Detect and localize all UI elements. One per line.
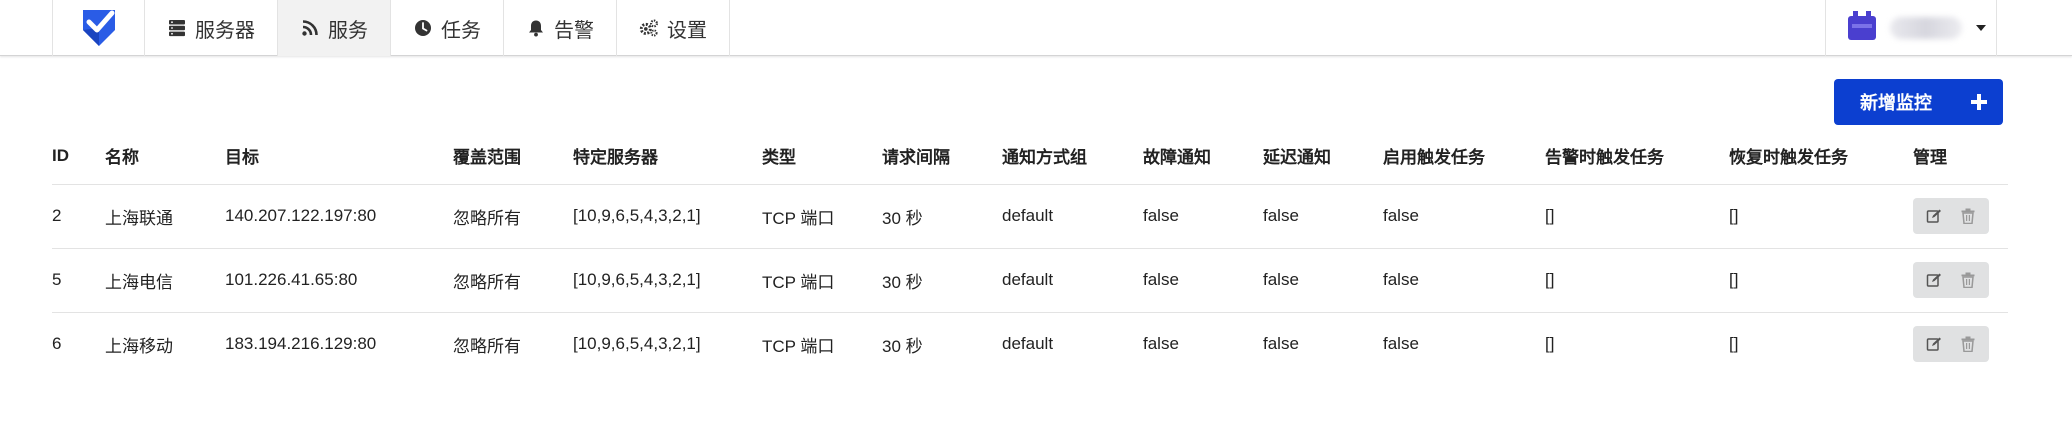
gears-icon	[639, 18, 659, 38]
column-header: 类型	[762, 128, 882, 185]
delete-icon[interactable]	[1953, 265, 1983, 295]
user-avatar	[1846, 10, 1882, 46]
row-actions-cell	[1913, 248, 2008, 313]
table-cell: 忽略所有	[453, 248, 573, 313]
column-header: 覆盖范围	[453, 128, 573, 185]
table-cell: 忽略所有	[453, 336, 521, 356]
table-cell: []	[1545, 334, 1555, 354]
column-header: 请求间隔	[882, 128, 1002, 185]
table-cell: TCP 端口	[762, 336, 835, 356]
row-actions-cell	[1913, 184, 2008, 249]
table-cell: 183.194.216.129:80	[225, 334, 377, 354]
table-cell: false	[1383, 248, 1545, 313]
nav-item-label: 服务器	[195, 19, 255, 42]
edit-icon[interactable]	[1919, 329, 1949, 359]
nav-item-label: 告警	[554, 19, 594, 42]
table-cell: []	[1545, 184, 1729, 249]
nav-item-tasks[interactable]: 任务	[391, 0, 504, 56]
shield-check-logo	[82, 10, 115, 46]
table-cell: 5	[52, 248, 105, 313]
table-cell: TCP 端口	[762, 184, 882, 249]
column-header: 告警时触发任务	[1545, 128, 1729, 185]
table-cell: 30 秒	[882, 248, 1002, 313]
table-cell: false	[1143, 334, 1179, 354]
table-cell: default	[1002, 184, 1143, 249]
table-body: 2 上海联通 140.207.122.197:80 忽略所有 [10,9,6,5…	[52, 184, 2008, 376]
table-cell: false	[1263, 334, 1299, 354]
delete-icon[interactable]	[1953, 329, 1983, 359]
column-header: 管理	[1913, 128, 2008, 185]
nav-item-label: 任务	[441, 19, 481, 42]
table-cell: false	[1143, 248, 1263, 313]
table-cell: default	[1002, 248, 1143, 313]
column-header: 通知方式组	[1002, 128, 1143, 185]
plus-icon	[1955, 79, 2003, 125]
table-cell: [10,9,6,5,4,3,2,1]	[573, 334, 701, 354]
nav-item-alerts[interactable]: 告警	[504, 0, 617, 56]
nav-item-services[interactable]: 服务	[278, 0, 391, 56]
column-header: 名称	[105, 128, 225, 185]
nav-item-label: 服务	[328, 19, 368, 42]
table-cell: []	[1729, 184, 1913, 249]
table-cell: 上海电信	[105, 248, 225, 313]
table-cell: 忽略所有	[453, 184, 573, 249]
edit-icon[interactable]	[1919, 265, 1949, 295]
table-cell: 6	[52, 334, 62, 354]
table-cell: false	[1263, 248, 1383, 313]
bell-icon	[526, 18, 546, 38]
table-cell: 30 秒	[882, 336, 923, 356]
clock-icon	[413, 18, 433, 38]
table-cell: default	[1002, 334, 1054, 354]
table-cell: TCP 端口	[762, 248, 882, 313]
table-header-row: ID 名称 目标 覆盖范围 特定服务器 类型 请求间隔 通知方式组 故障通知 延…	[52, 128, 2008, 185]
table-cell: 140.207.122.197:80	[225, 184, 453, 249]
add-monitor-label: 新增监控	[1860, 93, 1932, 113]
table-cell: false	[1383, 184, 1545, 249]
table-cell: false	[1383, 334, 1419, 354]
table-cell: [10,9,6,5,4,3,2,1]	[573, 248, 762, 313]
main-nav: 服务器 服务 任务 告警 设置	[52, 0, 730, 56]
table-cell: 101.226.41.65:80	[225, 248, 453, 313]
column-header: 延迟通知	[1263, 128, 1383, 185]
username-redacted	[1890, 17, 1962, 39]
monitor-table: ID 名称 目标 覆盖范围 特定服务器 类型 请求间隔 通知方式组 故障通知 延…	[52, 128, 2008, 376]
user-menu[interactable]	[1825, 0, 1997, 56]
nav-item-label: 设置	[667, 19, 707, 42]
add-monitor-button[interactable]: 新增监控	[1834, 79, 2003, 125]
rss-icon	[300, 18, 320, 38]
table-cell: []	[1729, 334, 1739, 354]
table-cell: []	[1545, 248, 1729, 313]
column-header: 特定服务器	[573, 128, 762, 185]
column-header: 目标	[225, 128, 453, 185]
table-row: 6 上海移动 183.194.216.129:80 忽略所有 [10,9,6,5…	[52, 312, 2008, 376]
table-cell: [10,9,6,5,4,3,2,1]	[573, 184, 762, 249]
column-header: 恢复时触发任务	[1729, 128, 1913, 185]
server-icon	[167, 18, 187, 38]
top-navbar: 服务器 服务 任务 告警 设置	[0, 0, 2072, 56]
table-cell: 30 秒	[882, 184, 1002, 249]
table-row: 2 上海联通 140.207.122.197:80 忽略所有 [10,9,6,5…	[52, 184, 2008, 249]
table-cell: 上海联通	[105, 184, 225, 249]
row-actions	[1913, 326, 1989, 363]
delete-icon[interactable]	[1953, 201, 1983, 231]
table-cell: 上海移动	[105, 336, 173, 356]
table-cell: 2	[52, 184, 105, 249]
table-cell: []	[1729, 248, 1913, 313]
column-header: 启用触发任务	[1383, 128, 1545, 185]
row-actions	[1913, 198, 1989, 234]
row-actions-cell	[1913, 312, 2008, 376]
nav-item-servers[interactable]: 服务器	[145, 0, 278, 56]
row-actions	[1913, 262, 1989, 298]
column-header: 故障通知	[1143, 128, 1263, 185]
nav-item-settings[interactable]: 设置	[617, 0, 730, 56]
table-row: 5 上海电信 101.226.41.65:80 忽略所有 [10,9,6,5,4…	[52, 248, 2008, 313]
edit-icon[interactable]	[1919, 201, 1949, 231]
table-cell: false	[1263, 184, 1383, 249]
chevron-down-icon	[1976, 25, 1986, 31]
table-cell: false	[1143, 184, 1263, 249]
logo[interactable]	[53, 0, 145, 56]
column-header: ID	[52, 128, 105, 185]
